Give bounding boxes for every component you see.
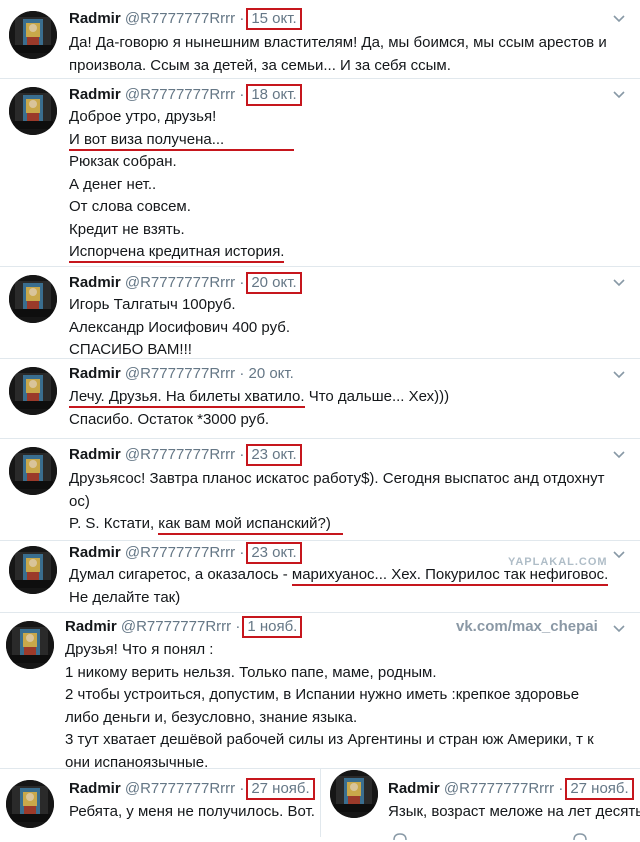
tweet-text: Лечу. Друзья. На билеты хватило. Что дал… — [69, 388, 450, 428]
underlined-text: Испорчена кредитная история. — [69, 243, 285, 263]
user-handle[interactable]: @R7777777Rrrr — [125, 446, 235, 463]
tweet-header: Radmir @R7777777Rrrr · 27 нояб. — [69, 778, 315, 800]
chevron-down-icon[interactable] — [612, 448, 626, 462]
avatar[interactable] — [9, 87, 57, 135]
tweet-header: Radmir @R7777777Rrrr · 23 окт. — [69, 444, 302, 466]
tweet-date[interactable]: 23 окт. — [246, 444, 302, 466]
underlined-text: марихуанос... Хех. Покурилос так нефигов… — [291, 566, 609, 586]
tweet-header: Radmir @R7777777Rrrr · 15 окт. — [69, 8, 302, 30]
like-icon[interactable] — [572, 832, 588, 842]
avatar[interactable] — [6, 621, 54, 669]
user-name[interactable]: Radmir — [65, 618, 117, 635]
user-name[interactable]: Radmir — [69, 86, 121, 103]
avatar[interactable] — [6, 780, 54, 828]
tweet-header: Radmir @R7777777Rrrr · 20 окт. — [69, 272, 302, 294]
user-name[interactable]: Radmir — [69, 780, 121, 797]
tweet-header: Radmir @R7777777Rrrr · 20 окт. — [69, 365, 294, 382]
tweet-header: Radmir @R7777777Rrrr · 18 окт. — [69, 84, 302, 106]
user-handle[interactable]: @R7777777Rrrr — [125, 10, 235, 27]
user-name[interactable]: Radmir — [69, 274, 121, 291]
chevron-down-icon[interactable] — [612, 622, 626, 636]
user-name[interactable]: Radmir — [69, 10, 121, 27]
user-name[interactable]: Radmir — [69, 365, 121, 382]
tweet-2: Radmir @R7777777Rrrr · 18 окт. Доброе утр… — [0, 78, 640, 267]
tweet-3: Radmir @R7777777Rrrr · 20 окт. Игорь Талг… — [0, 266, 640, 359]
tweet-date[interactable]: 20 окт. — [246, 272, 302, 294]
tweet-date[interactable]: 18 окт. — [246, 84, 302, 106]
avatar[interactable] — [9, 447, 57, 495]
tweet-text: Да! Да-говорю я нынешним властителям! Да… — [69, 34, 607, 74]
user-name[interactable]: Radmir — [69, 544, 121, 561]
user-handle[interactable]: @R7777777Rrrr — [444, 780, 554, 797]
tweet-5: Radmir @R7777777Rrrr · 23 окт. Друзьясос!… — [0, 438, 640, 541]
avatar[interactable] — [9, 546, 57, 594]
tweet-7: Radmir @R7777777Rrrr · 1 нояб. vk.com/max… — [0, 612, 640, 771]
underlined-text: Лечу. Друзья. На билеты хватило. — [69, 388, 305, 408]
chevron-down-icon[interactable] — [612, 368, 626, 382]
avatar[interactable] — [330, 770, 378, 818]
tweet-text: Друзья! Что я понял : 1 никому верить не… — [65, 641, 594, 771]
tweet-date[interactable]: 1 нояб. — [242, 616, 303, 638]
reply-icon[interactable] — [392, 832, 408, 842]
tweet-date[interactable]: 15 окт. — [246, 8, 302, 30]
tweet-text: Ребята, у меня не получилось. Вот. — [69, 803, 315, 820]
chevron-down-icon[interactable] — [612, 88, 626, 102]
tweet-text: Игорь Талгатыч 100руб. Александр Иосифов… — [69, 296, 291, 358]
tweet-4: Radmir @R7777777Rrrr · 20 окт. Лечу. Дру… — [0, 358, 640, 439]
tweet-header: Radmir @R7777777Rrrr · 27 нояб. — [388, 778, 634, 800]
tweet-text: Друзьясос! Завтра планос искатос работу$… — [69, 468, 605, 536]
underlined-text: И вот виза получена... — [69, 130, 295, 151]
watermark-yaplakal: YAPLAKAL.COM — [508, 556, 608, 568]
user-handle[interactable]: @R7777777Rrrr — [125, 544, 235, 561]
avatar[interactable] — [9, 367, 57, 415]
tweet-text: Доброе утро, друзья! И вот виза получена… — [69, 106, 295, 264]
user-handle[interactable]: @R7777777Rrrr — [125, 86, 235, 103]
tweet-date[interactable]: 23 окт. — [246, 542, 302, 564]
tweet-9: Radmir @R7777777Rrrr · 27 нояб. Язык, воз… — [322, 768, 640, 841]
watermark-vk: vk.com/max_chepai — [456, 618, 598, 635]
avatar[interactable] — [9, 11, 57, 59]
tweet-header: Radmir @R7777777Rrrr · 23 окт. — [69, 542, 302, 564]
user-handle[interactable]: @R7777777Rrrr — [125, 274, 235, 291]
tweet-header: Radmir @R7777777Rrrr · 1 нояб. — [65, 616, 303, 638]
user-handle[interactable]: @R7777777Rrrr — [121, 618, 231, 635]
avatar[interactable] — [9, 275, 57, 323]
tweet-text: Думал сигаретос, а оказалось - марихуано… — [69, 566, 609, 606]
user-name[interactable]: Radmir — [69, 446, 121, 463]
tweet-date[interactable]: 27 нояб. — [565, 778, 634, 800]
tweet-date[interactable]: 20 окт. — [248, 365, 293, 382]
tweet-1: Radmir @R7777777Rrrr · 15 окт. Да! Да-гов… — [0, 0, 640, 79]
tweet-date[interactable]: 27 нояб. — [246, 778, 315, 800]
user-name[interactable]: Radmir — [388, 780, 440, 797]
tweet-6: Radmir @R7777777Rrrr · 23 окт. Думал сига… — [0, 540, 640, 613]
user-handle[interactable]: @R7777777Rrrr — [125, 365, 235, 382]
chevron-down-icon[interactable] — [612, 548, 626, 562]
tweet-text: Язык, возраст меложе на лет десять — [388, 803, 640, 820]
user-handle[interactable]: @R7777777Rrrr — [125, 780, 235, 797]
chevron-down-icon[interactable] — [612, 276, 626, 290]
underlined-text: как вам мой испанский?) — [158, 515, 343, 535]
tweet-8: Radmir @R7777777Rrrr · 27 нояб. Ребята, у… — [0, 768, 321, 837]
chevron-down-icon[interactable] — [612, 12, 626, 26]
